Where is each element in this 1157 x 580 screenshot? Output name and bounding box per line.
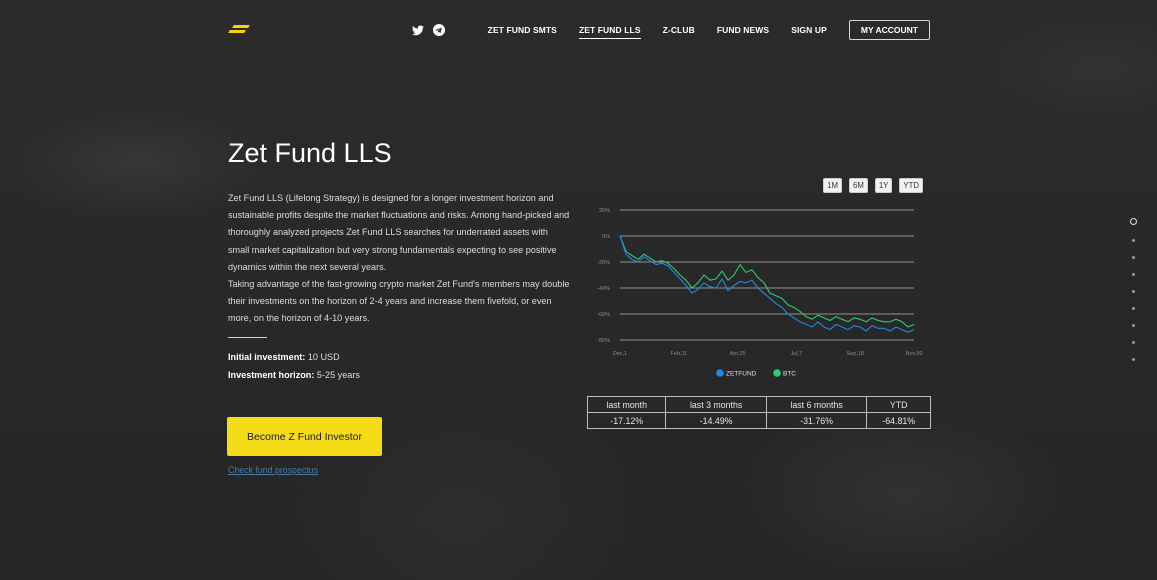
legend-label-zetfund: ZETFUND bbox=[726, 371, 757, 378]
legend-marker-zetfund bbox=[716, 369, 724, 377]
section-dot[interactable] bbox=[1132, 307, 1135, 310]
y-tick-label: 0% bbox=[602, 234, 610, 240]
line-chart: 20% 0% -20% -40% -60% -80% Dec,1 Feb,11 Apr,25 Ju… bbox=[597, 208, 922, 378]
investment-horizon-value: 5-25 years bbox=[314, 370, 360, 380]
investment-meta: Initial investment: 10 USD Investment ho… bbox=[228, 348, 360, 384]
y-tick-label: -40% bbox=[597, 286, 610, 292]
divider bbox=[228, 337, 267, 338]
become-investor-button[interactable]: Become Z Fund Investor bbox=[227, 417, 382, 456]
initial-investment-value: 10 USD bbox=[305, 352, 340, 362]
y-tick-label: 20% bbox=[599, 208, 610, 214]
series-line-btc bbox=[619, 235, 915, 328]
section-dot[interactable] bbox=[1132, 290, 1135, 293]
logo[interactable] bbox=[228, 23, 250, 35]
table-header: last 3 months bbox=[665, 396, 767, 413]
legend-label-btc: BTC bbox=[783, 371, 796, 378]
series-line-zetfund bbox=[619, 235, 915, 333]
section-dot-active[interactable] bbox=[1130, 218, 1137, 225]
x-tick-label: Apr,25 bbox=[730, 351, 746, 357]
description-paragraph-1: Zet Fund LLS (Lifelong Strategy) is desi… bbox=[228, 193, 570, 272]
nav-item-zet-fund-smts[interactable]: ZET FUND SMTS bbox=[488, 20, 557, 40]
initial-investment: Initial investment: 10 USD bbox=[228, 348, 360, 366]
table-header: last month bbox=[586, 396, 667, 413]
main-nav: ZET FUND SMTS ZET FUND LLS Z-CLUB FUND N… bbox=[412, 20, 930, 40]
nav-item-sign-up[interactable]: SIGN UP bbox=[791, 20, 827, 40]
social-links bbox=[412, 24, 454, 37]
performance-chart: 1M 6M 1Y YTD 20% 0% -20% -40% -60% -80% Dec,1 F… bbox=[588, 176, 930, 386]
section-dot[interactable] bbox=[1132, 239, 1135, 242]
section-dot[interactable] bbox=[1132, 324, 1135, 327]
table-header: last 6 months bbox=[765, 396, 868, 413]
telegram-icon[interactable] bbox=[433, 24, 446, 37]
legend-marker-btc bbox=[773, 369, 781, 377]
section-dot[interactable] bbox=[1132, 341, 1135, 344]
section-dot[interactable] bbox=[1132, 256, 1135, 259]
investment-horizon-label: Investment horizon: bbox=[228, 370, 315, 380]
period-1y-button[interactable]: 1Y bbox=[874, 178, 893, 193]
period-1m-button[interactable]: 1M bbox=[823, 178, 842, 193]
section-dot[interactable] bbox=[1132, 358, 1135, 361]
period-ytd-button[interactable]: YTD bbox=[899, 178, 923, 193]
nav-item-z-club[interactable]: Z-CLUB bbox=[663, 20, 695, 40]
initial-investment-label: Initial investment: bbox=[228, 352, 306, 362]
y-tick-label: -20% bbox=[597, 260, 610, 266]
table-cell: -64.81% bbox=[866, 412, 931, 429]
investment-horizon: Investment horizon: 5-25 years bbox=[228, 366, 360, 384]
y-tick-label: -60% bbox=[597, 312, 610, 318]
table-header: YTD bbox=[866, 396, 931, 413]
table-row: -17.12% -14.49% -31.76% -64.81% bbox=[586, 412, 931, 429]
performance-table: last month last 3 months last 6 months Y… bbox=[586, 396, 931, 429]
period-selector: 1M 6M 1Y YTD bbox=[816, 178, 923, 193]
nav-item-fund-news[interactable]: FUND NEWS bbox=[717, 20, 769, 40]
x-tick-label: Nov,30 bbox=[905, 351, 922, 357]
section-pagination bbox=[1130, 218, 1137, 361]
period-6m-button[interactable]: 6M bbox=[849, 178, 868, 193]
x-tick-label: Jul,7 bbox=[791, 351, 803, 357]
page-title: Zet Fund LLS bbox=[228, 138, 392, 168]
fund-description: Zet Fund LLS (Lifelong Strategy) is desi… bbox=[228, 190, 570, 328]
x-tick-label: Sep,18 bbox=[846, 351, 863, 357]
description-paragraph-2: Taking advantage of the fast-growing cry… bbox=[228, 279, 570, 324]
my-account-button[interactable]: MY ACCOUNT bbox=[848, 20, 930, 40]
table-cell: -14.49% bbox=[665, 412, 767, 429]
x-tick-label: Feb,11 bbox=[670, 351, 687, 357]
x-tick-label: Dec,1 bbox=[613, 351, 627, 357]
y-tick-label: -80% bbox=[597, 338, 610, 344]
table-cell: -17.12% bbox=[586, 412, 667, 429]
nav-item-zet-fund-lls[interactable]: ZET FUND LLS bbox=[578, 20, 641, 40]
table-cell: -31.76% bbox=[765, 412, 868, 429]
section-dot[interactable] bbox=[1132, 273, 1135, 276]
table-header-row: last month last 3 months last 6 months Y… bbox=[586, 396, 931, 413]
fund-prospectus-link[interactable]: Check fund prospectus bbox=[228, 465, 318, 475]
twitter-icon[interactable] bbox=[412, 24, 425, 37]
